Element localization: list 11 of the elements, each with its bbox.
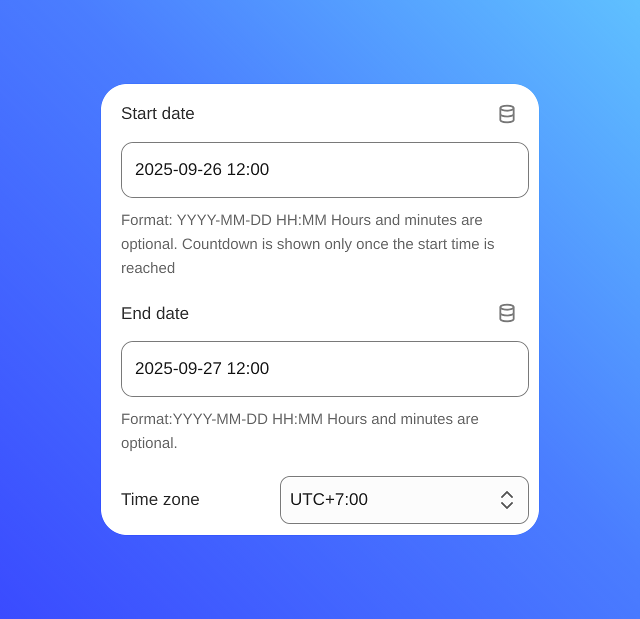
field-label: Start date xyxy=(121,103,195,125)
help-text: Format:YYYY-MM-DD HH:MM Hours and minutes are optional. xyxy=(121,410,480,454)
field-label: End date xyxy=(121,302,190,324)
time-zone-select[interactable]: UTC+7:00 xyxy=(280,476,529,524)
field-label: Time zone xyxy=(121,489,200,512)
database-icon xyxy=(497,104,517,124)
date-input[interactable]: 2025-09-26 12:00 xyxy=(121,142,529,198)
date-input[interactable]: 2025-09-27 12:00 xyxy=(121,341,529,397)
database-icon xyxy=(497,303,517,324)
help-text: Format: YYYY-MM-DD HH:MM Hours and minutes are optional. Countdown is shown only once the start time is reached xyxy=(121,210,496,278)
chevron-up-down-icon xyxy=(500,490,514,510)
